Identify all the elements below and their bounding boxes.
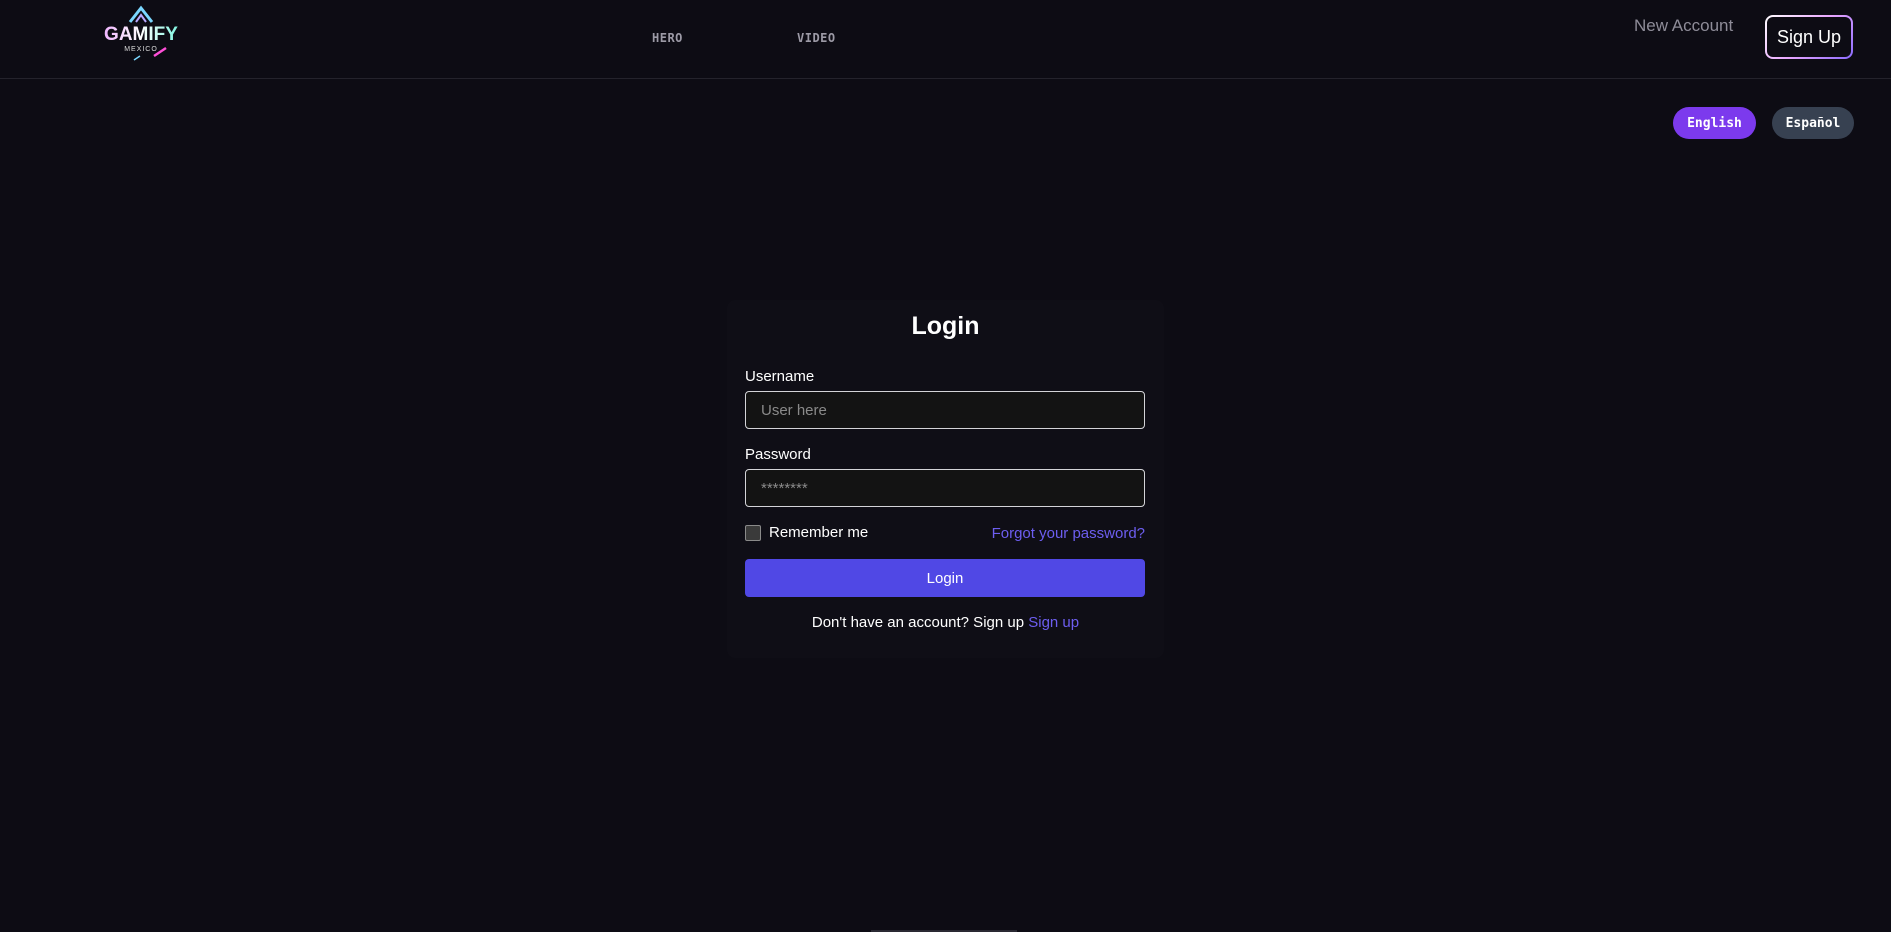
login-title: Login xyxy=(911,312,980,340)
no-account-text: Don't have an account? Sign up xyxy=(811,614,1025,631)
logo-sub-text: MEXICO xyxy=(124,46,158,53)
remember-me-label: Remember me xyxy=(769,524,869,541)
top-header: GAMIFY MEXICO HERO VIDEO New Account Sig… xyxy=(0,0,1891,79)
nav-video-link[interactable]: VIDEO xyxy=(797,31,836,45)
username-input[interactable] xyxy=(745,391,1145,429)
sign-up-button[interactable]: Sign Up xyxy=(1765,15,1853,59)
username-label: Username xyxy=(745,368,815,385)
remember-me-checkbox[interactable] xyxy=(745,524,761,541)
login-card: Login Username Password Remember me Forg… xyxy=(727,300,1164,658)
language-spanish-button[interactable]: Español xyxy=(1772,107,1854,139)
remember-me-control[interactable]: Remember me xyxy=(745,524,868,541)
forgot-password-link[interactable]: Forgot your password? xyxy=(992,525,1145,542)
password-label: Password xyxy=(745,446,811,463)
signup-link[interactable]: Sign up xyxy=(1028,614,1079,631)
signup-prompt: Don't have an account? Sign up Sign up xyxy=(727,614,1164,631)
login-page: GAMIFY MEXICO HERO VIDEO New Account Sig… xyxy=(0,0,1891,932)
new-account-link[interactable]: New Account xyxy=(1634,16,1733,36)
nav-hero-link[interactable]: HERO xyxy=(652,31,683,45)
logo-brand-text: GAMIFY xyxy=(104,24,178,45)
language-english-button[interactable]: English xyxy=(1673,107,1756,139)
gamify-mexico-logo[interactable]: GAMIFY MEXICO xyxy=(94,4,188,66)
logo-icon: GAMIFY MEXICO xyxy=(104,5,178,61)
password-input[interactable] xyxy=(745,469,1145,507)
login-submit-button[interactable]: Login xyxy=(745,559,1145,597)
